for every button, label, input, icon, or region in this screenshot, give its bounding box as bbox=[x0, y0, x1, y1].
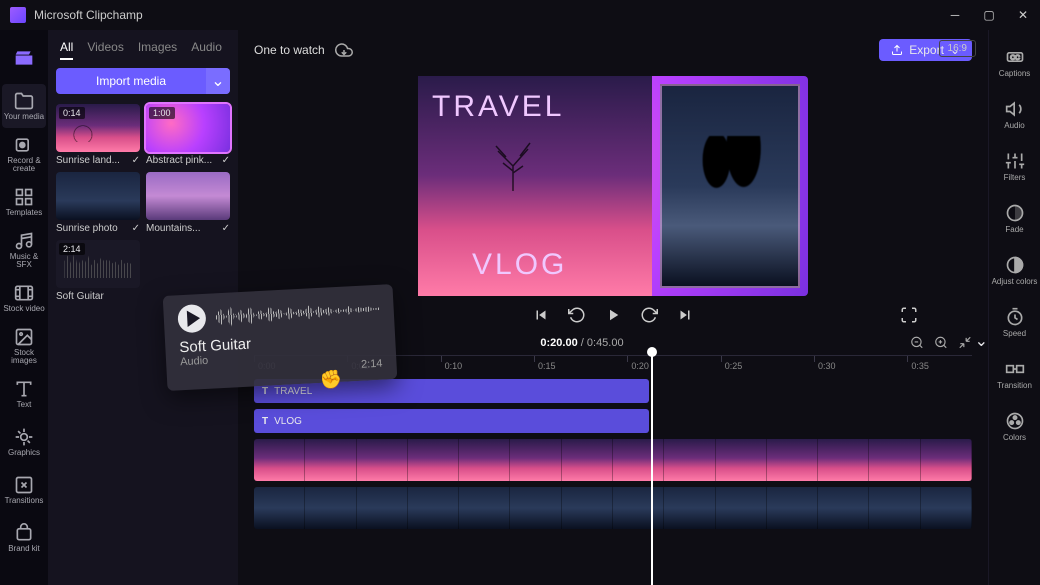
cloud-sync-icon[interactable] bbox=[335, 41, 353, 59]
current-time: 0:20.00 bbox=[540, 337, 577, 349]
media-card[interactable]: 0:14Sunrise land...✓ bbox=[56, 104, 140, 166]
close-button[interactable]: ✕ bbox=[1016, 8, 1030, 22]
nav-record-create[interactable]: Record & create bbox=[2, 132, 46, 176]
tab-audio[interactable]: Audio bbox=[191, 40, 222, 60]
playhead[interactable] bbox=[651, 351, 653, 585]
aspect-ratio-selector[interactable]: 16:9 bbox=[939, 40, 976, 57]
check-icon: ✓ bbox=[132, 223, 140, 234]
music-sfx-icon bbox=[14, 231, 34, 251]
check-icon: ✓ bbox=[222, 155, 230, 166]
fit-button[interactable] bbox=[958, 334, 972, 351]
media-thumb: 1:00 bbox=[146, 104, 230, 152]
svg-text:CC: CC bbox=[1010, 54, 1020, 61]
nav-music-sfx[interactable]: Music & SFX bbox=[2, 228, 46, 272]
media-tabs: All Videos Images Audio bbox=[56, 36, 230, 68]
forward-button[interactable] bbox=[640, 306, 658, 324]
app-title: Microsoft Clipchamp bbox=[34, 8, 143, 22]
right-tools: CCCaptionsAudioFiltersFadeAdjust colorsS… bbox=[988, 30, 1040, 585]
transition-tool[interactable]: Transition bbox=[991, 350, 1039, 398]
preview-inset-image bbox=[660, 84, 800, 288]
stock-video-icon bbox=[14, 283, 34, 303]
speed-tool[interactable]: Speed bbox=[991, 298, 1039, 346]
left-nav: Your mediaRecord & createTemplatesMusic … bbox=[0, 30, 48, 585]
zoom-in-button[interactable] bbox=[934, 334, 948, 351]
media-thumb bbox=[146, 172, 230, 220]
maximize-button[interactable]: ▢ bbox=[982, 8, 996, 22]
stock-images-icon bbox=[14, 327, 34, 347]
zoom-out-button[interactable] bbox=[910, 334, 924, 351]
templates-icon bbox=[14, 187, 34, 207]
titlebar: Microsoft Clipchamp ─ ▢ ✕ bbox=[0, 0, 1040, 30]
skip-end-button[interactable] bbox=[676, 306, 694, 324]
your-media-icon bbox=[14, 91, 34, 111]
text-track-2[interactable]: TVLOG bbox=[254, 409, 649, 433]
adjust-colors-tool[interactable]: Adjust colors bbox=[991, 246, 1039, 294]
grab-cursor-icon: ✊ bbox=[319, 369, 342, 391]
check-icon: ✓ bbox=[132, 155, 140, 166]
colors-tool[interactable]: Colors bbox=[991, 402, 1039, 450]
app-logo-icon bbox=[10, 7, 26, 23]
total-time: 0:45.00 bbox=[587, 337, 624, 349]
check-icon: ✓ bbox=[222, 223, 230, 234]
media-card[interactable]: Mountains...✓ bbox=[146, 172, 230, 234]
media-card[interactable]: Sunrise photo✓ bbox=[56, 172, 140, 234]
nav-text[interactable]: Text bbox=[2, 372, 46, 416]
float-duration: 2:14 bbox=[361, 358, 383, 371]
nav-templates[interactable]: Templates bbox=[2, 180, 46, 224]
preview-canvas[interactable]: TRAVEL VLOG bbox=[418, 76, 808, 296]
timeline[interactable]: ⌄ 0:000:050:100:150:200:250:300:35 TTRAV… bbox=[238, 351, 988, 585]
waveform-icon bbox=[215, 295, 380, 332]
nav-stock-images[interactable]: Stock images bbox=[2, 324, 46, 368]
record-create-icon bbox=[14, 135, 34, 155]
nav-stock-video[interactable]: Stock video bbox=[2, 276, 46, 320]
captions-tool[interactable]: CCCaptions bbox=[991, 38, 1039, 86]
play-button[interactable] bbox=[604, 306, 622, 324]
play-icon[interactable] bbox=[177, 304, 206, 333]
fullscreen-button[interactable] bbox=[900, 306, 918, 324]
chevron-down-icon[interactable]: ⌄ bbox=[975, 331, 988, 351]
rewind-button[interactable] bbox=[568, 306, 586, 324]
nav-graphics[interactable]: Graphics bbox=[2, 420, 46, 464]
audio-tool[interactable]: Audio bbox=[991, 90, 1039, 138]
nav-brand-kit[interactable]: Brand kit bbox=[2, 516, 46, 560]
preview-text-1: TRAVEL bbox=[432, 90, 638, 124]
nav-clapper-icon[interactable] bbox=[2, 36, 46, 80]
media-card[interactable]: 2:14Soft Guitar bbox=[56, 240, 140, 302]
transitions-icon bbox=[14, 475, 34, 495]
video-track-2[interactable] bbox=[254, 487, 972, 529]
media-card[interactable]: 1:00Abstract pink...✓ bbox=[146, 104, 230, 166]
skip-start-button[interactable] bbox=[532, 306, 550, 324]
media-thumb: 2:14 bbox=[56, 240, 140, 288]
tab-videos[interactable]: Videos bbox=[87, 40, 123, 60]
nav-your-media[interactable]: Your media bbox=[2, 84, 46, 128]
video-track-1[interactable] bbox=[254, 439, 972, 481]
brand-kit-icon bbox=[14, 523, 34, 543]
clapper-icon-icon bbox=[14, 48, 34, 68]
preview-text-2: VLOG bbox=[472, 248, 567, 282]
media-thumb bbox=[56, 172, 140, 220]
chevron-down-icon[interactable]: ⌄ bbox=[206, 68, 230, 94]
fade-tool[interactable]: Fade bbox=[991, 194, 1039, 242]
tab-all[interactable]: All bbox=[60, 40, 73, 60]
tab-images[interactable]: Images bbox=[138, 40, 177, 60]
text-icon bbox=[14, 379, 34, 399]
media-thumb: 0:14 bbox=[56, 104, 140, 152]
project-name[interactable]: One to watch bbox=[254, 43, 325, 57]
graphics-icon bbox=[14, 427, 34, 447]
filters-tool[interactable]: Filters bbox=[991, 142, 1039, 190]
audio-drag-preview[interactable]: Soft Guitar Audio 2:14 ✊ bbox=[163, 284, 398, 391]
minimize-button[interactable]: ─ bbox=[948, 8, 962, 22]
nav-transitions[interactable]: Transitions bbox=[2, 468, 46, 512]
import-media-button[interactable]: Import media ⌄ bbox=[56, 68, 230, 94]
